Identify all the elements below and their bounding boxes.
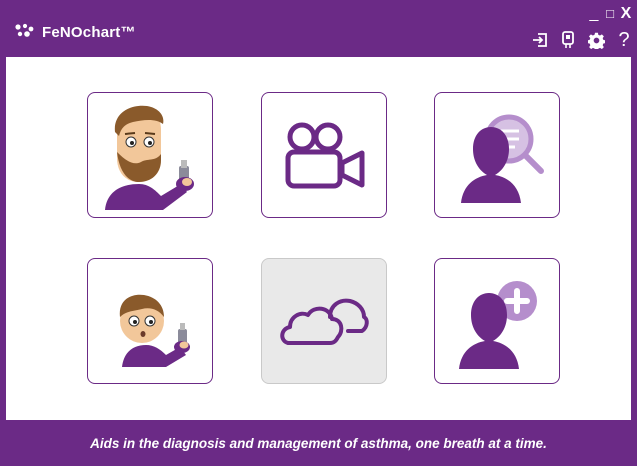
- adult-with-inhaler-icon: [105, 105, 194, 210]
- video-button[interactable]: [261, 92, 387, 218]
- help-button[interactable]: ?: [614, 28, 634, 51]
- settings-gear-icon: [587, 32, 605, 49]
- cloud-sync-button[interactable]: [261, 258, 387, 384]
- add-patient-button[interactable]: [434, 258, 560, 384]
- video-camera-icon: [285, 122, 365, 189]
- device-icon: [562, 31, 574, 48]
- login-button[interactable]: [530, 30, 550, 50]
- cloud-icon: [280, 298, 369, 345]
- tagline-text: Aids in the diagnosis and management of …: [90, 435, 547, 451]
- child-test-button[interactable]: [87, 258, 213, 384]
- help-icon: ?: [618, 28, 630, 51]
- maximize-button[interactable]: □: [603, 6, 617, 22]
- device-button[interactable]: [558, 30, 578, 50]
- close-button[interactable]: X: [619, 6, 633, 22]
- footer-bar: Aids in the diagnosis and management of …: [0, 420, 637, 466]
- app-logo: FeNOchart™: [14, 22, 164, 42]
- title-bar: FeNOchart™ _ □ X ?: [0, 0, 637, 57]
- add-patient-icon: [459, 281, 537, 369]
- settings-button[interactable]: [586, 30, 606, 50]
- login-icon: [533, 33, 547, 47]
- dots-logo-icon: [15, 23, 34, 37]
- search-patient-button[interactable]: [434, 92, 560, 218]
- app-title: FeNOchart™: [42, 23, 136, 41]
- child-with-inhaler-icon: [119, 294, 190, 367]
- adult-test-button[interactable]: [87, 92, 213, 218]
- patient-search-icon: [461, 114, 544, 203]
- app-window: [0, 0, 637, 466]
- minimize-button[interactable]: _: [587, 6, 601, 22]
